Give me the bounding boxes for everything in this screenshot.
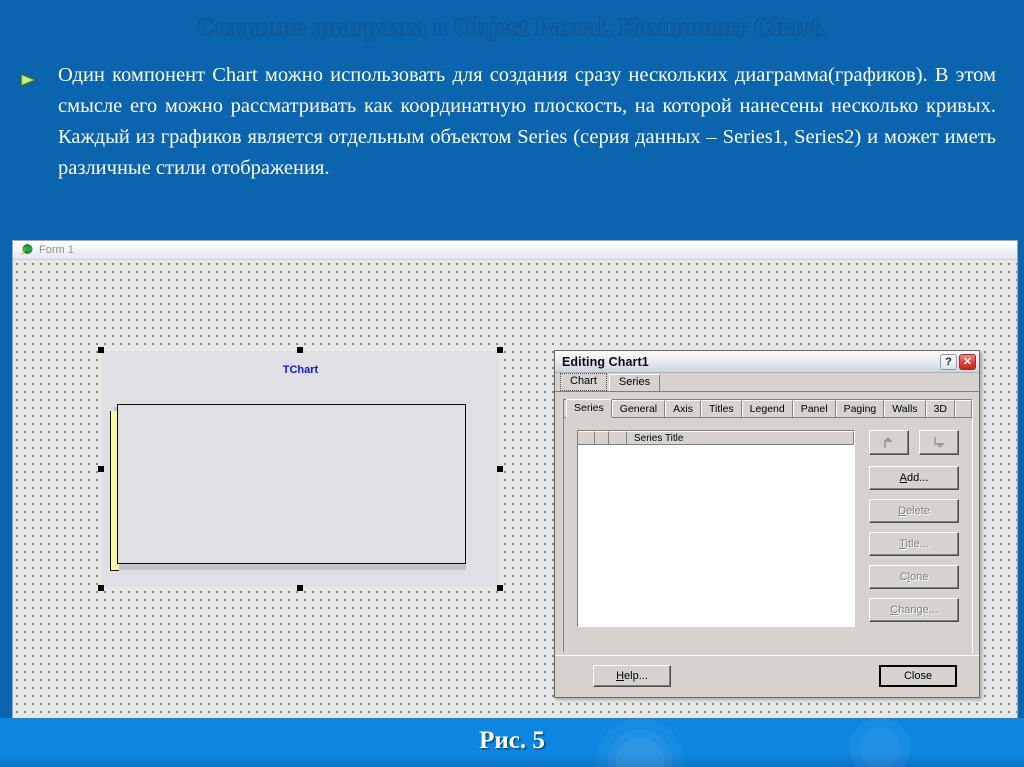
tab-axis[interactable]: Axis — [665, 400, 701, 417]
selection-handle[interactable] — [297, 585, 303, 591]
tab-chart[interactable]: Chart — [560, 373, 607, 391]
selection-handle[interactable] — [98, 347, 104, 353]
series-list[interactable]: Series Title — [577, 430, 855, 627]
dialog-title-label: Editing Chart1 — [562, 354, 649, 369]
series-column-visible[interactable] — [578, 431, 595, 445]
figure-caption: Рис. 5 — [479, 727, 545, 754]
series-list-body[interactable] — [578, 445, 854, 626]
add-button[interactable]: Add... — [869, 466, 959, 490]
bullet-paragraph: Один компонент Chart можно использовать … — [0, 60, 1024, 184]
tab-general[interactable]: General — [611, 400, 666, 417]
selection-handle[interactable] — [497, 466, 503, 472]
help-button[interactable]: Help... — [593, 665, 671, 687]
tab-series-outer[interactable]: Series — [608, 374, 661, 391]
outer-tab-strip[interactable]: Chart Series — [555, 373, 979, 392]
selection-handle[interactable] — [297, 347, 303, 353]
move-up-button[interactable] — [869, 430, 909, 455]
tab-strip-filler — [955, 400, 972, 417]
tab-legend[interactable]: Legend — [741, 400, 793, 417]
delphi-form-icon — [19, 243, 33, 257]
form-title-label: Form 1 — [39, 244, 74, 256]
editing-chart-dialog[interactable]: Editing Chart1 ? ✕ Chart Series Series G… — [554, 350, 980, 698]
chart-tab-panel: Series General Axis Titles Legend Panel … — [563, 399, 973, 653]
help-icon-button[interactable]: ? — [940, 353, 957, 370]
tchart-component[interactable]: TChart — [98, 347, 503, 591]
series-column-title[interactable]: Series Title — [627, 431, 854, 445]
series-column-type[interactable] — [609, 431, 627, 445]
selection-handle[interactable] — [98, 585, 104, 591]
tab-titles[interactable]: Titles — [700, 400, 742, 417]
series-column-icon[interactable] — [595, 431, 609, 445]
tab-series[interactable]: Series — [566, 399, 612, 418]
presentation-slide: Создание диаграмм в Object Pascal. Компо… — [0, 0, 1024, 767]
tab-paging[interactable]: Paging — [835, 400, 885, 417]
form-designer-window: Form 1 TChart Editing Chart1 ? ✕ Chart S… — [12, 240, 1018, 718]
tab-3d[interactable]: 3D — [925, 400, 955, 417]
close-icon-button[interactable]: ✕ — [959, 353, 976, 370]
tab-walls[interactable]: Walls — [884, 400, 926, 417]
clone-button[interactable]: Clone — [869, 565, 959, 589]
change-button[interactable]: Change... — [869, 598, 959, 622]
series-tab-body: Series Title Add... Delete Title... Clon… — [564, 418, 972, 653]
dialog-footer: Help... Close — [555, 655, 979, 697]
selection-handle[interactable] — [98, 466, 104, 472]
page-title: Создание диаграмм в Object Pascal. Компо… — [197, 14, 827, 41]
selection-handle[interactable] — [497, 347, 503, 353]
green-arrow-bullet-icon — [0, 60, 58, 88]
dialog-titlebar[interactable]: Editing Chart1 ? ✕ — [555, 351, 979, 373]
delete-button[interactable]: Delete — [869, 499, 959, 523]
tab-panel[interactable]: Panel — [792, 400, 836, 417]
form-design-canvas[interactable]: TChart Editing Chart1 ? ✕ Chart Series S… — [13, 260, 1017, 718]
tchart-panel: TChart — [102, 351, 499, 587]
body-text: Один компонент Chart можно использовать … — [58, 64, 996, 179]
series-list-header: Series Title — [578, 431, 854, 445]
tchart-caption-label: TChart — [282, 364, 319, 376]
move-down-button[interactable] — [919, 430, 959, 455]
inner-tab-strip[interactable]: Series General Axis Titles Legend Panel … — [564, 399, 972, 418]
slide-footer: Рис. 5 — [0, 718, 1024, 767]
form-titlebar: Form 1 — [13, 241, 1017, 260]
title-button[interactable]: Title... — [869, 532, 959, 556]
close-button[interactable]: Close — [879, 665, 957, 687]
selection-handle[interactable] — [497, 585, 503, 591]
tchart-plot-area — [117, 404, 466, 564]
